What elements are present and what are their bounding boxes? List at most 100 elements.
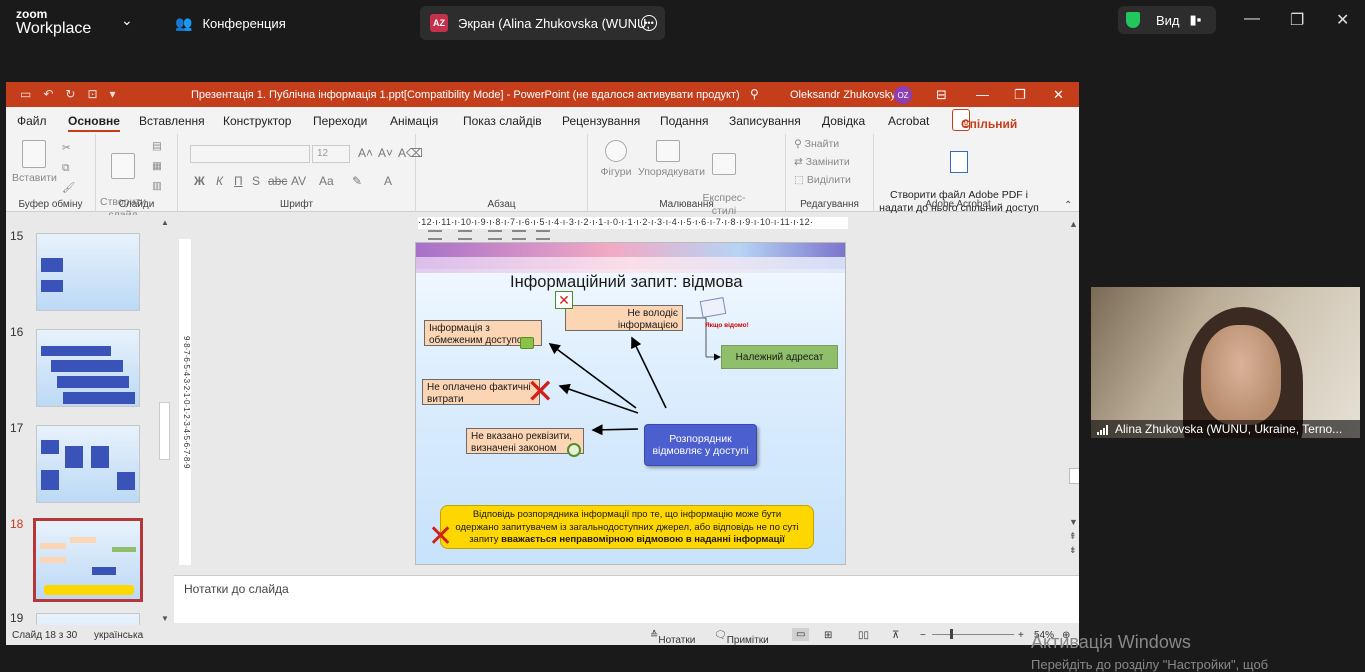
share-button[interactable]: ⇪ Спільний доступ	[952, 109, 1017, 145]
comments-toggle[interactable]: 🗨 Примітки	[714, 630, 769, 645]
zoom-in-icon[interactable]: +	[1018, 630, 1024, 641]
tab-slideshow[interactable]: Показ слайдів	[463, 114, 542, 128]
replace-button[interactable]: ⇄ Замінити	[794, 156, 850, 169]
zoom-out-icon[interactable]: −	[920, 630, 926, 641]
zoom-logo[interactable]: zoom Workplace	[16, 8, 91, 37]
tab-home[interactable]: Основне	[68, 114, 120, 132]
increase-indent-icon[interactable]	[512, 230, 526, 240]
chevron-down-icon[interactable]: ⌄	[121, 12, 133, 29]
more-options-icon[interactable]: •••	[641, 15, 657, 31]
select-button[interactable]: ⬚ Виділити	[794, 174, 851, 187]
shadow-icon[interactable]: S	[252, 174, 260, 188]
reading-view-icon[interactable]: ▯▯	[858, 630, 869, 641]
tab-transitions[interactable]: Переходи	[313, 114, 367, 128]
collapse-ribbon-icon[interactable]: ⌃	[1064, 200, 1072, 211]
save-icon[interactable]: ▭	[20, 87, 31, 101]
find-button[interactable]: ⚲ Знайти	[794, 138, 839, 151]
previous-slide-icon[interactable]: ⇞	[1069, 531, 1077, 542]
tab-review[interactable]: Рецензування	[562, 114, 640, 128]
tab-conference-label: Конференция	[202, 15, 286, 31]
slide-thumbnail-15[interactable]	[36, 233, 140, 311]
clear-format-icon[interactable]: A⌫	[398, 146, 423, 160]
editor-scroll-thumb[interactable]	[1069, 468, 1079, 484]
tab-insert[interactable]: Вставлення	[139, 114, 205, 128]
spacing-icon[interactable]: AV	[291, 174, 306, 188]
thumb-shape	[41, 470, 59, 490]
tab-view[interactable]: Подання	[660, 114, 708, 128]
scroll-up-icon[interactable]: ▲	[1069, 219, 1078, 229]
grow-font-icon[interactable]: A˄	[358, 146, 373, 160]
slide-sorter-icon[interactable]: ⊞	[824, 630, 832, 641]
arrange-button[interactable]: Упорядкувати	[638, 140, 705, 179]
bullets-icon[interactable]	[428, 230, 442, 240]
find-label: Знайти	[804, 138, 840, 150]
editor-scrollbar[interactable]: ▲ ▼ ⇞ ⇟	[1067, 215, 1079, 575]
scroll-down-icon[interactable]: ▼	[161, 614, 169, 623]
tab-screen-share[interactable]: AZ Экран (Alina Zhukovska (WUNU, •••	[420, 6, 665, 40]
user-name[interactable]: Oleksandr Zhukovsky	[790, 89, 896, 101]
view-button[interactable]: Вид ▮▪	[1118, 6, 1216, 34]
change-case-icon[interactable]: Aa	[319, 174, 334, 188]
slide-thumbnail-16[interactable]	[36, 329, 140, 407]
ribbon-display-icon[interactable]: ⊟	[936, 87, 947, 103]
font-color-icon[interactable]: A	[384, 174, 392, 188]
cut-icon[interactable]: ✂	[62, 142, 71, 155]
numbering-icon[interactable]	[458, 230, 472, 240]
copy-icon[interactable]: ⧉	[62, 162, 70, 175]
line-spacing-icon[interactable]	[536, 230, 550, 240]
slide-canvas[interactable]: Інформаційний запит: відмова Інформація …	[415, 242, 846, 565]
tab-acrobat[interactable]: Acrobat	[888, 114, 929, 128]
normal-view-icon[interactable]: ▭	[792, 628, 810, 641]
present-icon[interactable]: ⊡	[87, 87, 97, 101]
restore-icon[interactable]: ❐	[1014, 87, 1026, 103]
thumbnail-scroll-thumb[interactable]	[159, 402, 170, 460]
tab-file[interactable]: Файл	[17, 114, 47, 128]
zoom-slider[interactable]	[932, 634, 1014, 635]
paste-button[interactable]: Вставити	[12, 140, 57, 185]
scroll-down-icon[interactable]: ▼	[1069, 517, 1078, 527]
minimize-icon[interactable]: —	[976, 87, 989, 102]
undo-icon[interactable]: ↶	[43, 87, 53, 101]
highlight-icon[interactable]: ✎	[352, 174, 362, 188]
underline-icon[interactable]: П	[234, 174, 243, 188]
close-icon[interactable]: ✕	[1053, 87, 1064, 103]
shapes-button[interactable]: Фігури	[596, 140, 636, 179]
tab-animations[interactable]: Анімація	[390, 114, 438, 128]
close-icon: ✕	[555, 291, 573, 309]
decrease-indent-icon[interactable]	[488, 230, 502, 240]
participant-video[interactable]: Alina Zhukovska (WUNU, Ukraine, Terno...	[1091, 287, 1360, 438]
slide-thumbnail-19[interactable]	[36, 613, 140, 625]
layout-icon[interactable]: ▤	[152, 140, 162, 153]
bold-icon[interactable]: Ж	[194, 174, 205, 188]
section-icon[interactable]: ▥	[152, 180, 162, 193]
scroll-up-icon[interactable]: ▲	[161, 218, 169, 227]
font-name-select[interactable]	[190, 145, 310, 163]
language-indicator[interactable]: українська	[94, 630, 143, 641]
tab-help[interactable]: Довідка	[822, 114, 865, 128]
slideshow-icon[interactable]: ⊼	[892, 630, 899, 641]
notes-toggle[interactable]: ≙ Нотатки	[650, 630, 695, 645]
restore-icon[interactable]: ❐	[1290, 10, 1304, 30]
format-painter-icon[interactable]: 🖌	[62, 182, 75, 195]
search-icon[interactable]: ⚲	[750, 87, 759, 101]
next-slide-icon[interactable]: ⇟	[1069, 545, 1077, 556]
slide-thumbnail-18[interactable]	[33, 518, 143, 602]
customize-icon[interactable]: ▾	[110, 87, 116, 101]
reset-icon[interactable]: ▦	[152, 160, 162, 173]
font-size-select[interactable]: 12	[312, 145, 350, 163]
close-icon[interactable]: ✕	[1336, 10, 1349, 30]
notes-pane[interactable]: Нотатки до слайда	[174, 575, 1079, 623]
tab-conference[interactable]: 👥 Конференция	[165, 6, 296, 40]
avatar[interactable]: OZ	[894, 86, 912, 104]
tab-record[interactable]: Записування	[729, 114, 801, 128]
strikethrough-icon[interactable]: abc	[268, 174, 287, 188]
slide-thumbnail-17[interactable]	[36, 425, 140, 503]
thumb-shape	[91, 446, 109, 468]
shrink-font-icon[interactable]: A˅	[378, 146, 393, 160]
italic-icon[interactable]: К	[216, 174, 223, 188]
presenter-avatar: AZ	[430, 14, 448, 32]
minimize-icon[interactable]: —	[1244, 10, 1260, 28]
tab-design[interactable]: Конструктор	[223, 114, 291, 128]
zoom-slider-thumb[interactable]	[950, 629, 953, 639]
redo-icon[interactable]: ↻	[65, 87, 75, 101]
